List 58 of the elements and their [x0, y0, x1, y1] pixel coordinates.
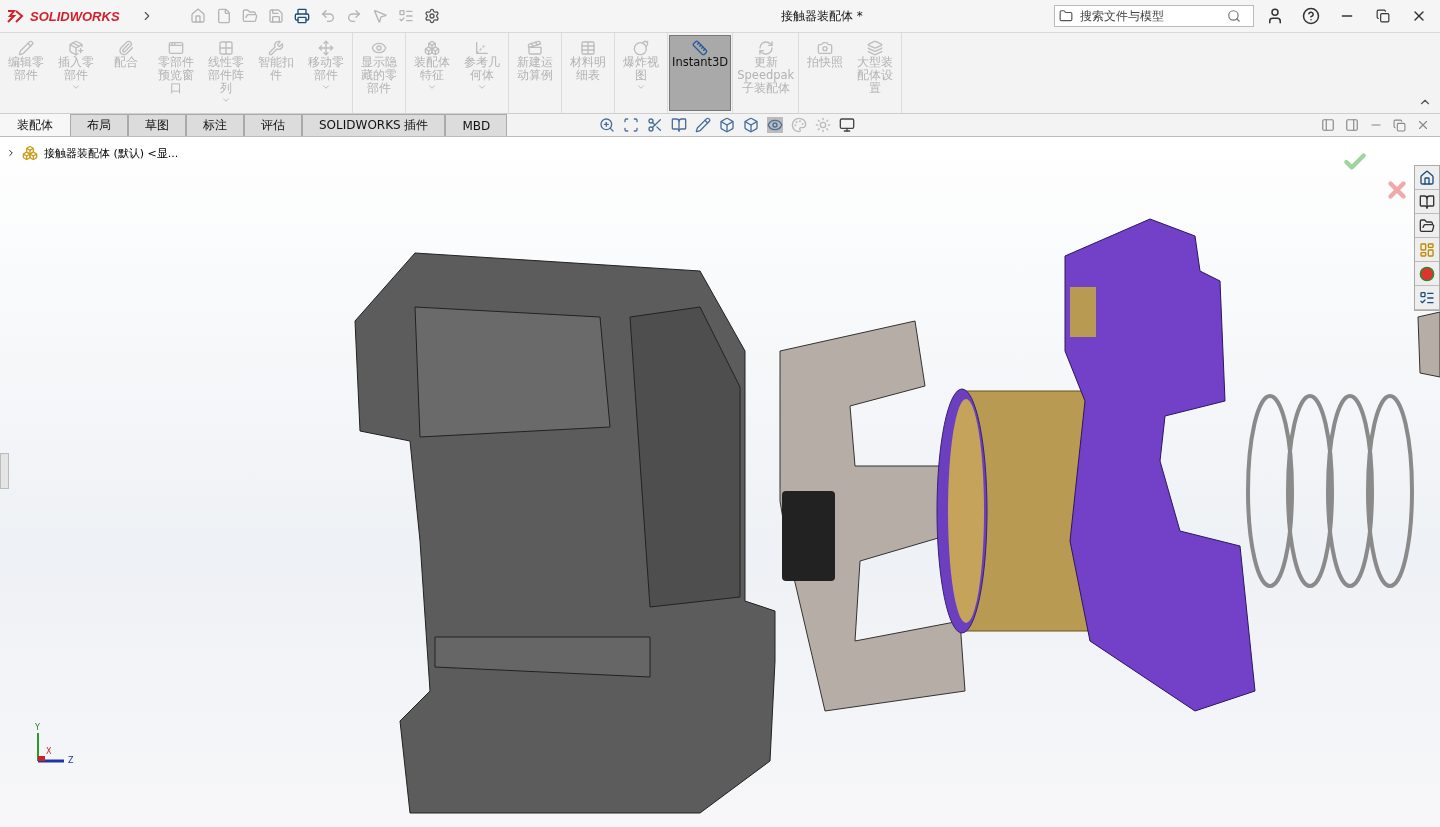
window-icon — [168, 40, 184, 56]
save-icon[interactable] — [267, 8, 284, 24]
command-tab[interactable]: 装配体 — [0, 114, 70, 136]
tree-item[interactable]: 接触器装配体 (默认) <显... — [44, 145, 179, 161]
axis-icon — [474, 40, 490, 56]
layers-icon — [867, 40, 884, 56]
search-icon[interactable] — [1227, 9, 1241, 23]
app-logo: SOLIDWORKS — [30, 8, 120, 24]
logo-icon — [6, 8, 24, 24]
view-orientation-icon[interactable] — [719, 117, 736, 133]
folder-icon — [1059, 9, 1073, 23]
list-icon[interactable] — [397, 8, 414, 24]
home-icon[interactable] — [1415, 166, 1439, 190]
library-icon[interactable] — [1415, 190, 1439, 214]
bomb-icon — [633, 40, 649, 56]
graphics-area[interactable]: 接触器装配体 (默认) <显... Y X Z — [0, 137, 1440, 827]
redo-icon[interactable] — [345, 8, 362, 24]
tile-right-icon[interactable] — [1345, 118, 1359, 132]
refresh-icon — [757, 40, 774, 56]
grid-icon — [218, 40, 234, 56]
pencil-icon — [18, 40, 34, 56]
folder-icon[interactable] — [1415, 214, 1439, 238]
window-title: 接触器装配体 * — [779, 7, 863, 25]
eye-icon — [371, 40, 387, 56]
pointer-icon[interactable] — [371, 8, 388, 24]
command-tab[interactable]: 标注 — [186, 114, 244, 136]
ruler-icon — [692, 40, 709, 56]
wrench-icon — [268, 40, 284, 56]
table-icon — [580, 40, 596, 56]
zoom-fit-icon[interactable] — [599, 117, 616, 133]
axis-triad-drawing: Y X Z — [35, 723, 74, 765]
package-icon — [68, 40, 84, 56]
zoom-area-icon[interactable] — [623, 117, 640, 133]
printer-icon[interactable] — [293, 8, 310, 24]
command-tab[interactable]: 评估 — [244, 114, 302, 136]
tile-left-icon[interactable] — [1321, 118, 1335, 132]
display-style-icon[interactable] — [743, 117, 760, 133]
command-tab[interactable]: 布局 — [70, 114, 128, 136]
new-file-icon[interactable] — [215, 8, 232, 24]
undo-icon[interactable] — [319, 8, 336, 24]
open-folder-icon[interactable] — [241, 8, 258, 24]
camera-icon — [817, 40, 834, 56]
properties-icon[interactable] — [1415, 286, 1439, 310]
command-tab[interactable]: SOLIDWORKS 插件 — [302, 114, 446, 136]
move-icon — [318, 40, 334, 56]
assembly-icon — [22, 145, 38, 161]
settings-icon[interactable] — [423, 8, 440, 24]
display-icon[interactable] — [839, 117, 856, 133]
clapperboard-icon — [527, 40, 543, 56]
ribbon-command[interactable]: Instant3D — [669, 35, 732, 111]
hide-show-icon[interactable] — [767, 117, 784, 133]
command-tab[interactable]: 草图 — [128, 114, 186, 136]
search-field[interactable]: 搜索文件与模型 — [1054, 5, 1254, 27]
panel-handle[interactable] — [0, 453, 9, 489]
command-tab[interactable]: MBD — [445, 114, 508, 136]
paperclip-icon — [118, 40, 134, 56]
search-input[interactable]: 搜索文件与模型 — [1078, 8, 1222, 24]
boxes-icon — [424, 40, 440, 56]
